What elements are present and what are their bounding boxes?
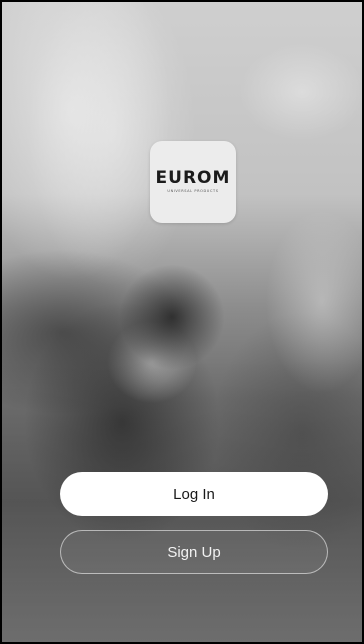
signup-button-label: Sign Up [167,543,221,561]
logo-tagline: UNIVERSAL PRODUCTS [167,189,219,194]
login-button-label: Log In [173,485,215,503]
signup-button[interactable]: Sign Up [60,530,328,574]
logo-wordmark: EUROM [155,168,231,189]
login-screen: EUROM UNIVERSAL PRODUCTS Log In Sign Up [0,0,364,644]
login-button[interactable]: Log In [60,472,328,516]
app-logo: EUROM UNIVERSAL PRODUCTS [150,141,236,223]
